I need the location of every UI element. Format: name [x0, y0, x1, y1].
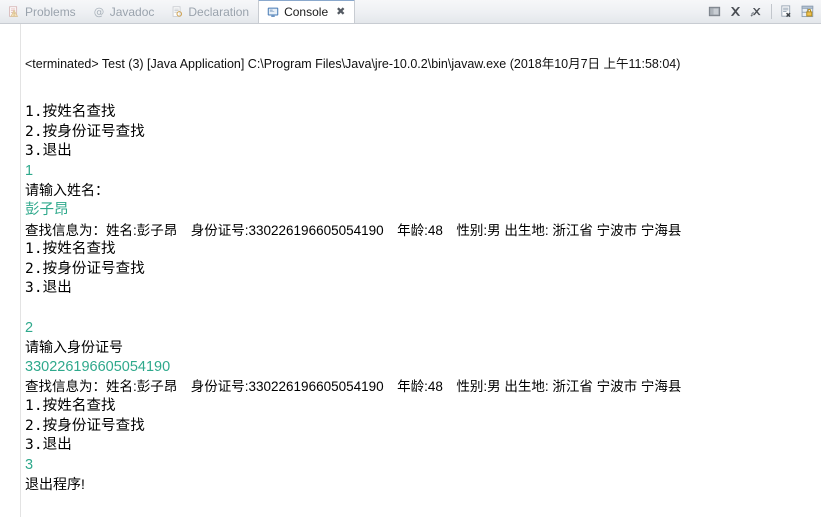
problems-icon [7, 5, 21, 19]
console-line: 2.按身份证号查找 [25, 260, 145, 277]
console-line: 2.按身份证号查找 [25, 417, 145, 434]
console-line: 2 [25, 319, 34, 336]
tab-declaration[interactable]: Declaration [163, 0, 258, 23]
declaration-icon [170, 5, 184, 19]
tab-javadoc-label: Javadoc [109, 4, 155, 19]
console-left-rule [20, 24, 21, 517]
tab-console[interactable]: Console ✖ [258, 0, 356, 23]
console-line: 3 [25, 456, 34, 473]
tab-javadoc[interactable]: @ Javadoc [85, 0, 164, 23]
console-line: 2.按身份证号查找 [25, 123, 145, 140]
console-line: 1 [25, 162, 34, 179]
console-line: 请输入身份证号 [25, 339, 123, 356]
tab-problems[interactable]: Problems [0, 0, 85, 23]
toolbar-separator [771, 4, 772, 19]
console-toolbar [705, 0, 821, 23]
console-line: 请输入姓名： [25, 182, 109, 199]
close-icon[interactable]: ✖ [336, 6, 345, 18]
console-line: 330226196605054190 [25, 358, 171, 375]
svg-text:@: @ [93, 6, 104, 18]
console-line: 3.退出 [25, 437, 72, 454]
console-line: 退出程序! [25, 476, 85, 493]
tab-strip: Problems @ Javadoc Declaration Console ✖ [0, 0, 705, 23]
console-status-line: <terminated> Test (3) [Java Application]… [25, 57, 681, 71]
remove-all-terminated-button[interactable] [747, 2, 766, 21]
javadoc-icon: @ [92, 5, 106, 19]
terminate-button[interactable] [705, 2, 724, 21]
view-tab-bar: Problems @ Javadoc Declaration Console ✖ [0, 0, 821, 24]
console-icon [266, 5, 280, 19]
console-line: 3.退出 [25, 143, 72, 160]
display-selected-console-button[interactable] [777, 2, 796, 21]
tab-problems-label: Problems [25, 4, 76, 19]
console-line: 1.按姓名查找 [25, 397, 116, 414]
console-line: 1.按姓名查找 [25, 241, 116, 258]
pin-console-button[interactable] [798, 2, 817, 21]
console-view[interactable]: <terminated> Test (3) [Java Application]… [0, 24, 821, 517]
console-output: <terminated> Test (3) [Java Application]… [25, 24, 821, 495]
console-line: 查找信息为：姓名:彭子昂 身份证号:330226196605054190 年龄:… [25, 379, 682, 395]
remove-launch-button[interactable] [726, 2, 745, 21]
tab-declaration-label: Declaration [188, 4, 250, 19]
console-line: 3.退出 [25, 280, 72, 297]
console-line: 彭子昂 [25, 201, 69, 218]
console-line: 查找信息为：姓名:彭子昂 身份证号:330226196605054190 年龄:… [25, 222, 682, 238]
tab-console-label: Console [284, 5, 329, 19]
console-line: 1.按姓名查找 [25, 104, 116, 120]
